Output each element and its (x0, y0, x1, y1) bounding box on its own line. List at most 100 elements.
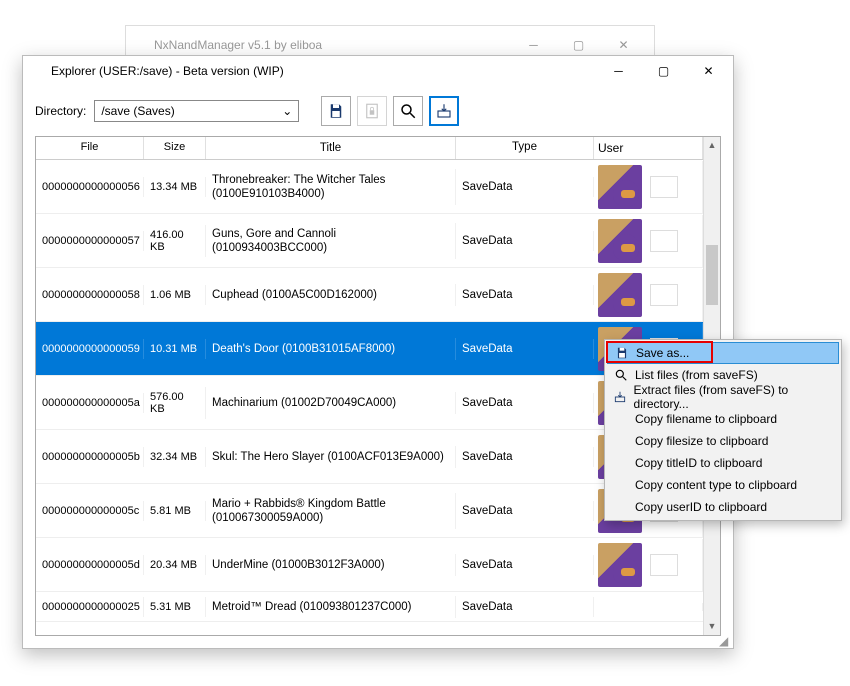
user-blank (650, 176, 678, 198)
cell-size: 5.31 MB (144, 597, 206, 617)
resize-grip-icon[interactable]: ◢ (719, 634, 729, 644)
cell-type: SaveData (456, 597, 594, 617)
cell-title: Mario + Rabbids® Kingdom Battle (0100673… (206, 493, 456, 530)
context-menu-label: List files (from saveFS) (635, 368, 758, 382)
cell-type: SaveData (456, 285, 594, 305)
scrollbar-thumb[interactable] (706, 245, 718, 305)
cell-type: SaveData (456, 447, 594, 467)
scroll-down-icon[interactable]: ▼ (704, 618, 720, 635)
col-type[interactable]: Type (456, 137, 594, 159)
cell-size: 20.34 MB (144, 555, 206, 575)
search-icon (611, 368, 631, 382)
cell-title: Machinarium (01002D70049CA000) (206, 392, 456, 414)
col-user[interactable]: User (594, 137, 703, 159)
context-menu-item[interactable]: Copy titleID to clipboard (607, 452, 839, 474)
app-icon (31, 64, 45, 78)
list-files-button[interactable] (393, 96, 423, 126)
cell-file: 000000000000005b (36, 447, 144, 467)
user-avatar-icon (598, 273, 642, 317)
context-menu: Save as... List files (from saveFS)Extrac… (604, 339, 842, 521)
table-row[interactable]: 000000000000005910.31 MBDeath's Door (01… (36, 322, 703, 376)
user-blank (650, 284, 678, 306)
cell-title: Thronebreaker: The Witcher Tales (0100E9… (206, 169, 456, 206)
context-menu-label: Copy content type to clipboard (635, 478, 797, 492)
cell-file: 000000000000005a (36, 393, 144, 413)
maximize-button[interactable]: ▢ (641, 57, 686, 85)
user-blank (650, 230, 678, 252)
table-row[interactable]: 00000000000000255.31 MBMetroid™ Dread (0… (36, 592, 703, 622)
user-avatar-icon (598, 219, 642, 263)
directory-select[interactable]: /save (Saves) ⌄ (94, 100, 299, 122)
cell-user (594, 539, 703, 591)
context-menu-label: Copy filename to clipboard (635, 412, 777, 426)
table-row[interactable]: 0000000000000057416.00 KBGuns, Gore and … (36, 214, 703, 268)
close-button[interactable]: ✕ (686, 57, 731, 85)
decrypt-button (357, 96, 387, 126)
table-header: File Size Title Type User (36, 137, 703, 160)
cell-size: 416.00 KB (144, 225, 206, 257)
cell-title: Cuphead (0100A5C00D162000) (206, 284, 456, 306)
cell-user (594, 603, 703, 611)
cell-size: 32.34 MB (144, 447, 206, 467)
cell-title: Metroid™ Dread (010093801237C000) (206, 596, 456, 618)
cell-title: UnderMine (01000B3012F3A000) (206, 554, 456, 576)
titlebar[interactable]: Explorer (USER:/save) - Beta version (WI… (23, 56, 733, 86)
context-menu-label: Copy userID to clipboard (635, 500, 767, 514)
user-avatar-icon (598, 165, 642, 209)
col-title[interactable]: Title (206, 137, 456, 159)
cell-size: 10.31 MB (144, 339, 206, 359)
cell-size: 576.00 KB (144, 387, 206, 419)
cell-type: SaveData (456, 555, 594, 575)
context-menu-label: Extract files (from saveFS) to directory… (634, 383, 831, 411)
cell-type: SaveData (456, 501, 594, 521)
cell-title: Skul: The Hero Slayer (0100ACF013E9A000) (206, 446, 456, 468)
save-icon (612, 346, 632, 360)
directory-value: /save (Saves) (101, 104, 174, 118)
col-size[interactable]: Size (144, 137, 206, 159)
cell-file: 0000000000000057 (36, 231, 144, 251)
cell-file: 000000000000005d (36, 555, 144, 575)
cell-user (594, 215, 703, 267)
context-menu-item[interactable]: Save as... (607, 342, 839, 364)
context-menu-item[interactable]: Copy content type to clipboard (607, 474, 839, 496)
extract-button[interactable] (429, 96, 459, 126)
user-blank (650, 554, 678, 576)
context-menu-label: Save as... (636, 346, 689, 360)
context-menu-item[interactable]: Copy userID to clipboard (607, 496, 839, 518)
cell-type: SaveData (456, 231, 594, 251)
minimize-button[interactable]: ─ (596, 57, 641, 85)
chevron-down-icon: ⌄ (282, 104, 292, 118)
user-avatar-icon (598, 543, 642, 587)
toolbar: Directory: /save (Saves) ⌄ (23, 86, 733, 132)
cell-user (594, 269, 703, 321)
context-menu-item[interactable]: Copy filename to clipboard (607, 408, 839, 430)
table-row[interactable]: 000000000000005a576.00 KBMachinarium (01… (36, 376, 703, 430)
save-button[interactable] (321, 96, 351, 126)
cell-user (594, 161, 703, 213)
scroll-up-icon[interactable]: ▲ (704, 137, 720, 154)
table-row[interactable]: 000000000000005613.34 MBThronebreaker: T… (36, 160, 703, 214)
cell-file: 0000000000000056 (36, 177, 144, 197)
cell-title: Guns, Gore and Cannoli (0100934003BCC000… (206, 223, 456, 260)
col-file[interactable]: File (36, 137, 144, 159)
cell-type: SaveData (456, 339, 594, 359)
app-icon (134, 38, 148, 52)
cell-file: 0000000000000058 (36, 285, 144, 305)
cell-file: 000000000000005c (36, 501, 144, 521)
table-row[interactable]: 000000000000005b32.34 MBSkul: The Hero S… (36, 430, 703, 484)
table-row[interactable]: 000000000000005c5.81 MBMario + Rabbids® … (36, 484, 703, 538)
cell-size: 1.06 MB (144, 285, 206, 305)
parent-window-title: NxNandManager v5.1 by eliboa (154, 38, 511, 52)
table-row[interactable]: 000000000000005d20.34 MBUnderMine (01000… (36, 538, 703, 592)
cell-type: SaveData (456, 177, 594, 197)
cell-type: SaveData (456, 393, 594, 413)
context-menu-item[interactable]: Copy filesize to clipboard (607, 430, 839, 452)
context-menu-label: Copy filesize to clipboard (635, 434, 768, 448)
extract-icon (611, 390, 630, 404)
context-menu-item[interactable]: Extract files (from saveFS) to directory… (607, 386, 839, 408)
table-row[interactable]: 00000000000000581.06 MBCuphead (0100A5C0… (36, 268, 703, 322)
cell-title: Death's Door (0100B31015AF8000) (206, 338, 456, 360)
context-menu-label: Copy titleID to clipboard (635, 456, 762, 470)
cell-size: 5.81 MB (144, 501, 206, 521)
window-title: Explorer (USER:/save) - Beta version (WI… (51, 64, 596, 78)
